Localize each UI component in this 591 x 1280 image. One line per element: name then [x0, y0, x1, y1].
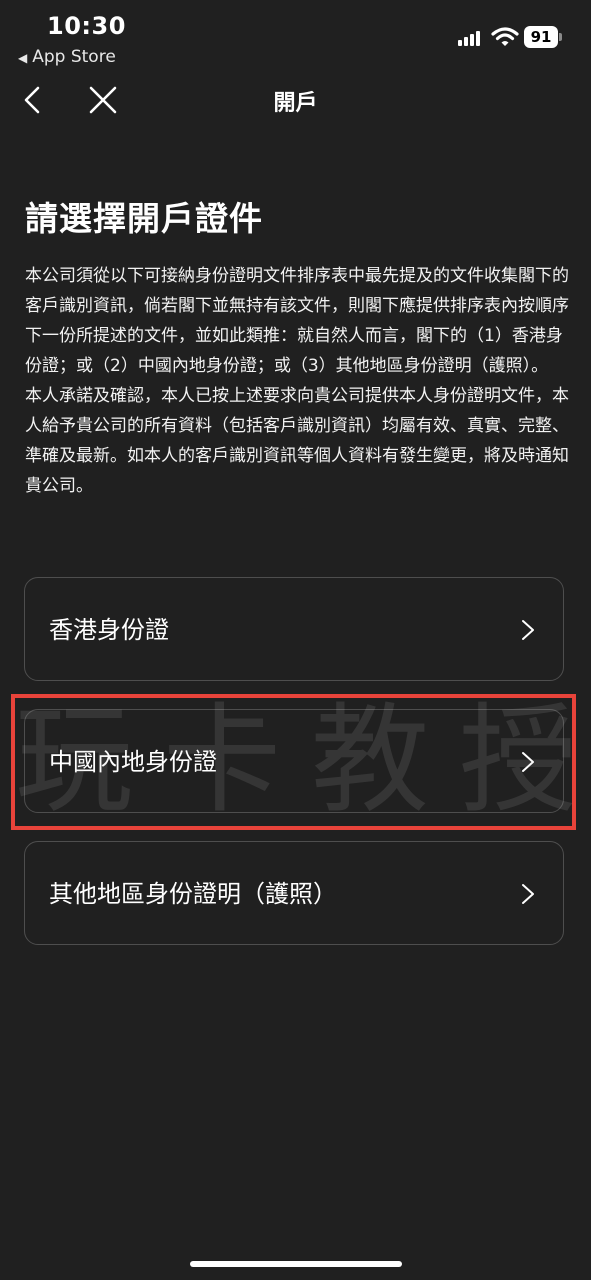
status-time: 10:30: [47, 12, 126, 40]
navigation-bar: 開戶: [0, 75, 591, 125]
description: 本公司須從以下可接納身份證明文件排序表中最先提及的文件收集閣下的客戶識別資訊，倘…: [25, 261, 570, 501]
back-app-label: App Store: [32, 47, 116, 67]
back-triangle-icon: ◀: [18, 51, 28, 65]
back-to-app-store[interactable]: ◀ App Store: [18, 47, 116, 67]
battery-tip: [559, 33, 562, 41]
status-bar: 10:30 ◀ App Store 91: [0, 0, 591, 70]
home-indicator[interactable]: [190, 1261, 402, 1267]
page-title: 請選擇開戶證件: [25, 199, 263, 238]
nav-title: 開戶: [273, 91, 318, 116]
chevron-right-icon: [522, 884, 534, 904]
option-label: 其他地區身份證明（護照）: [49, 880, 337, 908]
cellular-signal-icon: [458, 30, 486, 46]
description-paragraph-2: 本人承諾及確認，本人已按上述要求向貴公司提供本人身份證明文件，本人給予貴公司的所…: [25, 386, 569, 496]
option-other-region-passport[interactable]: 其他地區身份證明（護照）: [24, 841, 564, 945]
chevron-right-icon: [522, 620, 534, 640]
option-hong-kong-id[interactable]: 香港身份證: [24, 577, 564, 681]
option-label: 香港身份證: [49, 616, 169, 644]
battery-icon: 91: [524, 26, 558, 48]
description-paragraph-1: 本公司須從以下可接納身份證明文件排序表中最先提及的文件收集閣下的客戶識別資訊，倘…: [25, 266, 569, 376]
highlight-box: [11, 694, 576, 830]
wifi-icon: [491, 27, 519, 46]
